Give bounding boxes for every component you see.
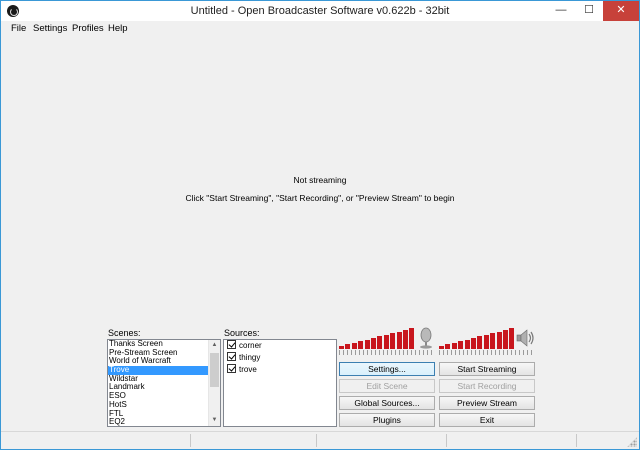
speaker-icon[interactable]: [515, 327, 537, 349]
microphone-icon[interactable]: [417, 327, 435, 349]
app-window: Untitled - Open Broadcaster Software v0.…: [0, 0, 640, 450]
meter-bar: [377, 336, 383, 349]
source-label: trove: [239, 365, 257, 374]
exit-button[interactable]: Exit: [439, 413, 535, 427]
meter-bar: [358, 341, 364, 349]
global-sources-button[interactable]: Global Sources...: [339, 396, 435, 410]
resize-grip-icon[interactable]: [627, 437, 637, 447]
meter-bar: [483, 334, 489, 349]
scene-item[interactable]: EQ2: [108, 417, 220, 426]
meter-bar: [464, 339, 470, 349]
edit-scene-button[interactable]: Edit Scene: [339, 379, 435, 393]
settings-button[interactable]: Settings...: [339, 362, 435, 376]
mic-volume-slider[interactable]: [339, 350, 435, 355]
meter-bar: [503, 330, 508, 349]
meter-bar: [339, 346, 344, 349]
meter-bar: [445, 344, 451, 349]
scroll-thumb[interactable]: [210, 353, 219, 387]
status-pane: [317, 434, 447, 447]
meter-bar: [409, 328, 415, 349]
meter-bar: [471, 338, 476, 349]
streaming-status: Not streaming: [293, 175, 347, 185]
mic-volume-meter: [339, 327, 415, 349]
scene-item[interactable]: HotS: [108, 400, 220, 410]
desktop-volume-slider[interactable]: [439, 350, 535, 355]
menu-help[interactable]: Help: [108, 23, 128, 34]
menu-bar: File Settings Profiles Help: [1, 21, 639, 37]
meter-bar: [390, 333, 396, 349]
status-pane: [447, 434, 577, 447]
meter-bar: [451, 342, 457, 349]
minimize-button[interactable]: —: [547, 1, 575, 21]
scenes-scrollbar[interactable]: ▲ ▼: [208, 340, 220, 426]
meter-bar: [458, 341, 464, 349]
scroll-down-icon[interactable]: ▼: [209, 415, 220, 426]
meter-bar: [439, 346, 444, 349]
scenes-list[interactable]: Thanks Screen Pre-Stream Screen World of W…: [107, 339, 221, 427]
meter-bar: [477, 336, 483, 349]
meter-bar: [351, 342, 357, 349]
desktop-volume-meter: [439, 327, 515, 349]
meter-bar: [396, 331, 402, 349]
meter-bar: [364, 339, 370, 349]
streaming-hint: Click "Start Streaming", "Start Recordin…: [185, 193, 455, 203]
plugins-button[interactable]: Plugins: [339, 413, 435, 427]
source-item[interactable]: thingy: [224, 352, 336, 364]
status-bar: [1, 431, 639, 449]
menu-settings[interactable]: Settings: [33, 23, 67, 34]
menu-file[interactable]: File: [11, 23, 26, 34]
sources-list[interactable]: corner thingy trove: [223, 339, 337, 427]
meter-bar: [496, 331, 502, 349]
maximize-button[interactable]: ☐: [575, 1, 603, 21]
meter-bar: [345, 344, 351, 349]
source-item[interactable]: corner: [224, 340, 336, 352]
start-streaming-button[interactable]: Start Streaming: [439, 362, 535, 376]
sources-label: Sources:: [224, 328, 260, 338]
source-checkbox[interactable]: [227, 352, 236, 361]
meter-bar: [403, 330, 408, 349]
source-label: corner: [239, 341, 262, 350]
status-pane: [191, 434, 317, 447]
close-button[interactable]: ✕: [603, 1, 639, 21]
source-checkbox[interactable]: [227, 364, 236, 373]
window-title: Untitled - Open Broadcaster Software v0.…: [190, 5, 450, 17]
stream-preview-area: Not streaming Click "Start Streaming", "…: [1, 37, 639, 327]
source-checkbox[interactable]: [227, 340, 236, 349]
scenes-label: Scenes:: [108, 328, 141, 338]
status-pane: [1, 434, 191, 447]
meter-bar: [509, 328, 515, 349]
meter-bar: [490, 333, 496, 349]
meter-bar: [371, 338, 376, 349]
scroll-up-icon[interactable]: ▲: [209, 340, 220, 351]
source-label: thingy: [239, 353, 261, 362]
preview-stream-button[interactable]: Preview Stream: [439, 396, 535, 410]
title-bar[interactable]: Untitled - Open Broadcaster Software v0.…: [1, 1, 639, 21]
meter-bar: [383, 334, 389, 349]
sources-items: corner thingy trove: [224, 340, 336, 376]
menu-profiles[interactable]: Profiles: [72, 23, 104, 34]
start-recording-button[interactable]: Start Recording: [439, 379, 535, 393]
source-item[interactable]: trove: [224, 364, 336, 376]
scenes-items: Thanks Screen Pre-Stream Screen World of W…: [108, 340, 220, 426]
